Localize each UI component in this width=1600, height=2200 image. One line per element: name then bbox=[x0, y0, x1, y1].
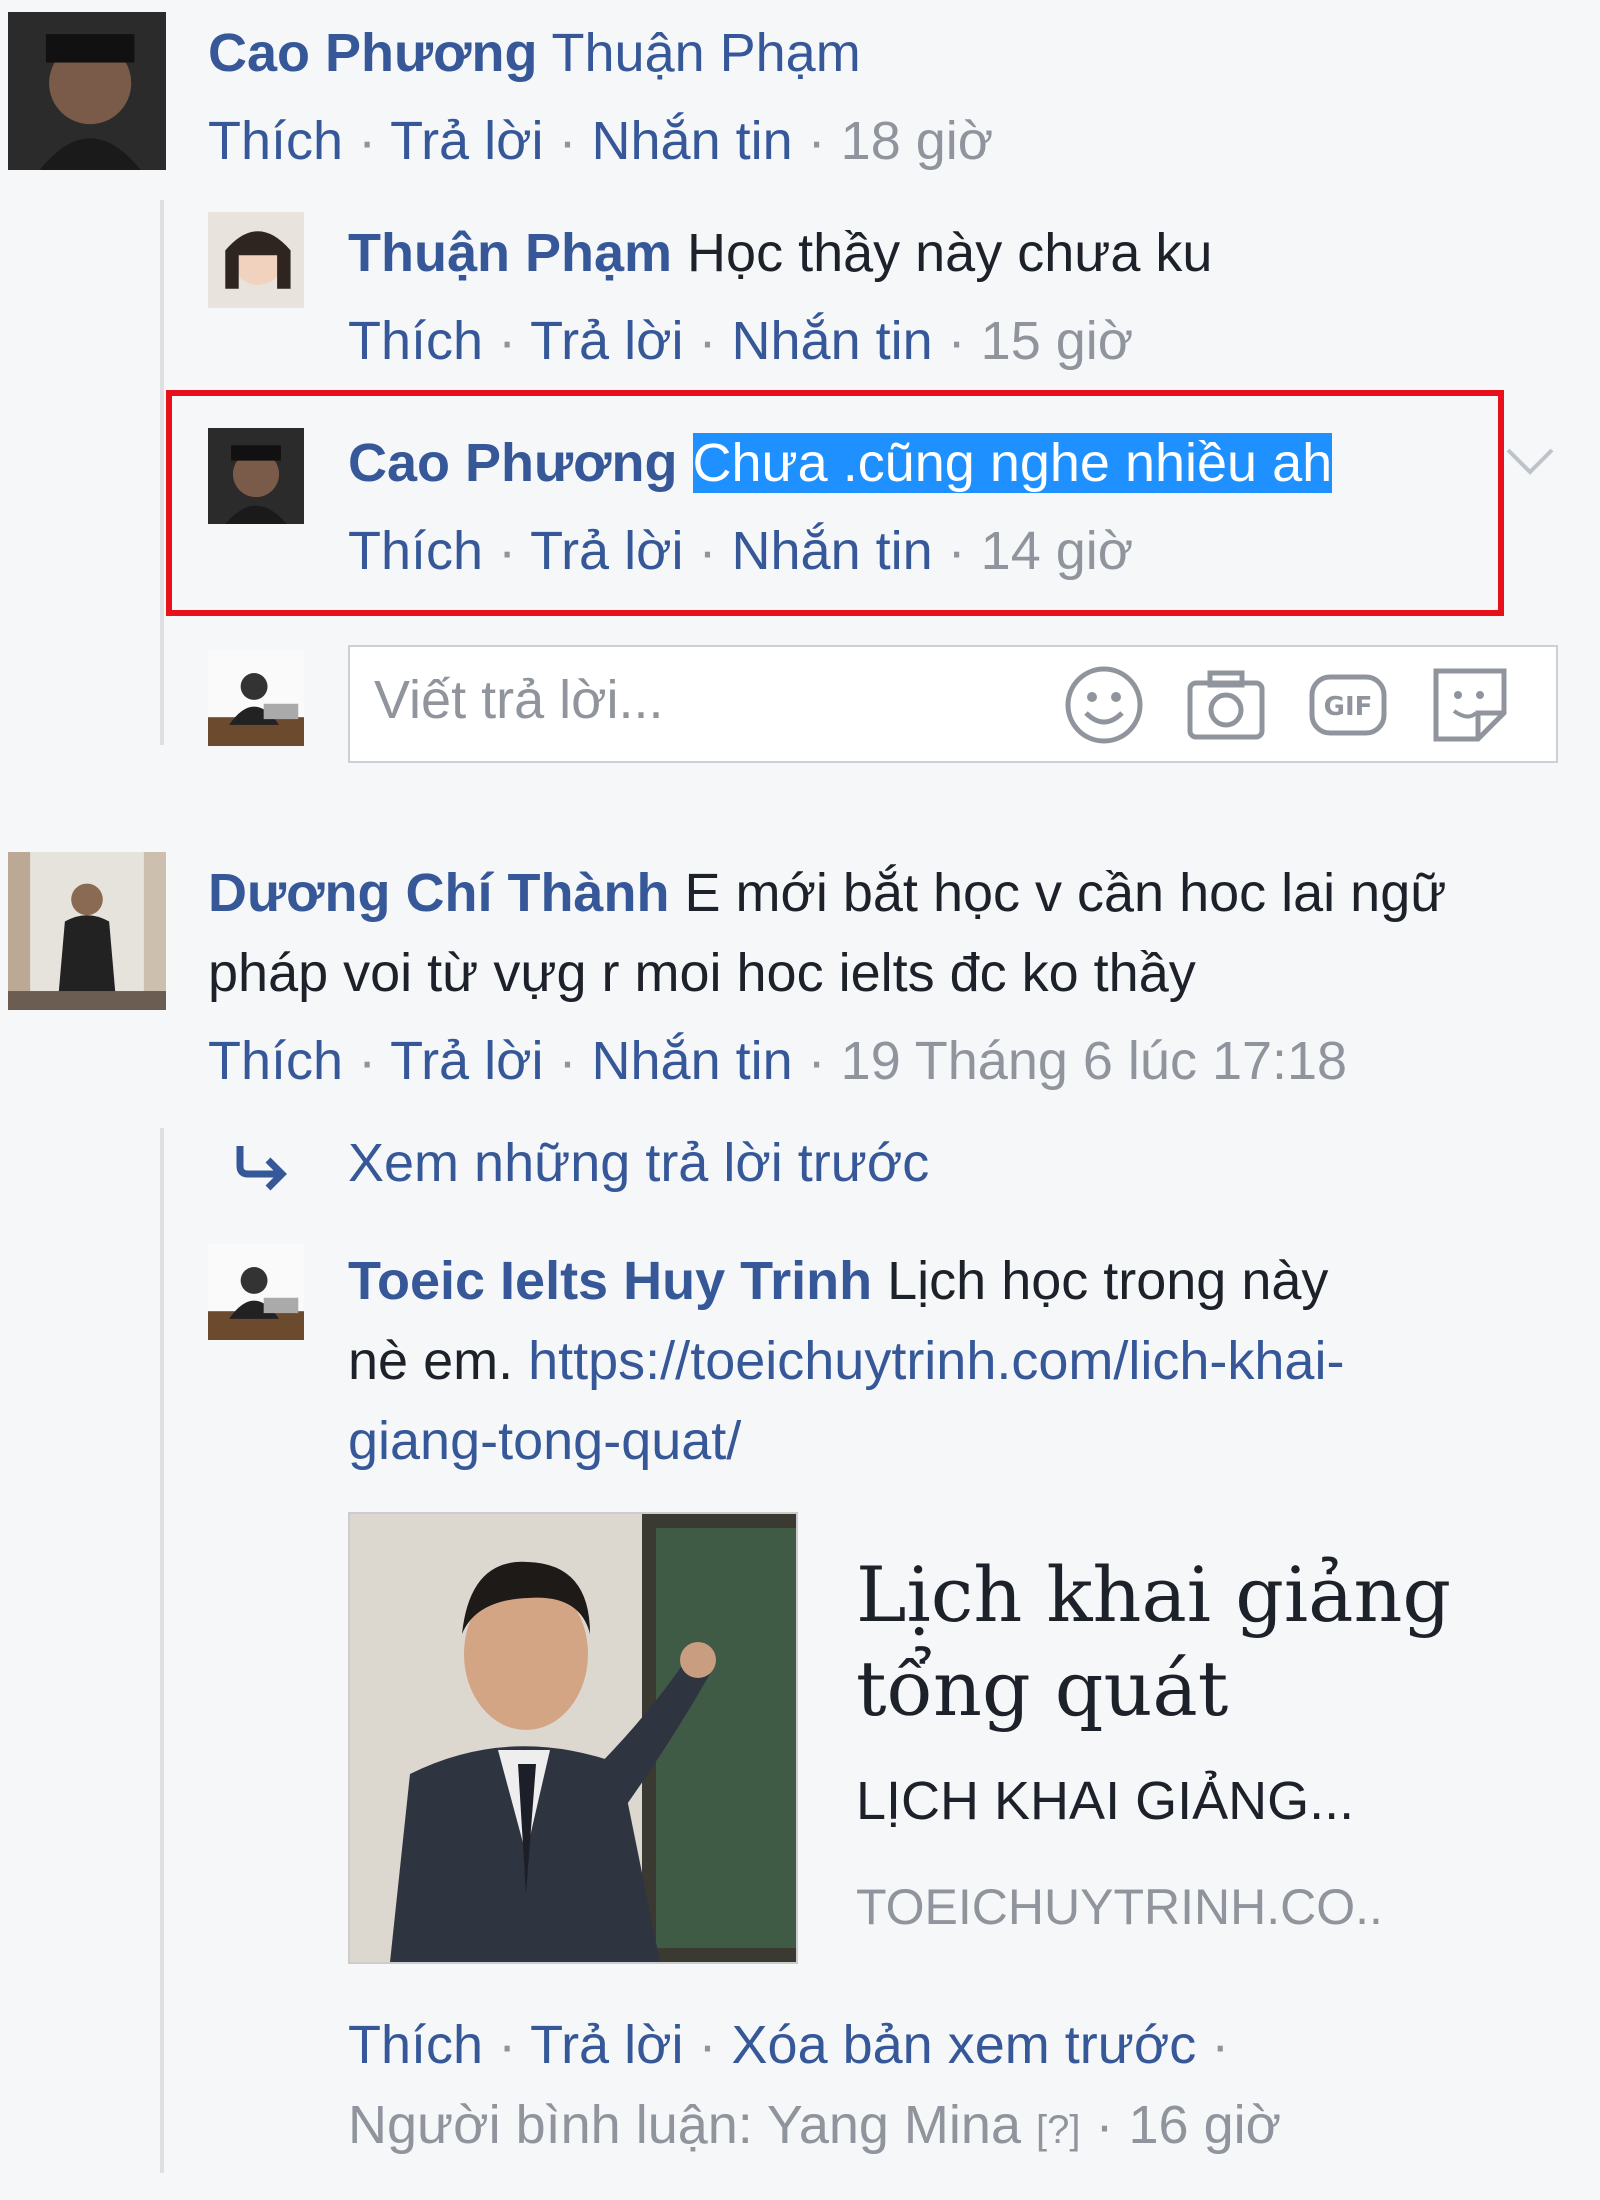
reply-text: nè em. bbox=[348, 1331, 514, 1391]
preview-title-line2: tổng quát bbox=[856, 1644, 1229, 1733]
reply-meta: Người bình luận: Yang Mina [?] · 16 giờ bbox=[348, 2095, 1282, 2155]
avatar bbox=[208, 650, 304, 746]
avatar[interactable] bbox=[208, 428, 304, 524]
gif-icon[interactable]: GIF bbox=[1306, 663, 1390, 747]
message-link[interactable]: Nhắn tin bbox=[732, 311, 933, 371]
avatar[interactable] bbox=[8, 852, 166, 1010]
reply-header: Toeic Ielts Huy Trinh Lịch học trong này bbox=[348, 1250, 1328, 1312]
mentioned-user[interactable]: Thuận Phạm bbox=[552, 23, 861, 83]
comment-actions: Thích · Trả lời · Nhắn tin · 18 giờ bbox=[208, 111, 994, 171]
reply-actions: Thích · Trả lời · Nhắn tin · 15 giờ bbox=[348, 311, 1134, 371]
svg-text:GIF: GIF bbox=[1324, 692, 1373, 722]
preview-description: LỊCH KHAI GIẢNG... bbox=[856, 1771, 1355, 1831]
reply-link[interactable]: Trả lời bbox=[530, 311, 683, 371]
comment-body: Dương Chí Thành E mới bắt học v cần hoc … bbox=[208, 862, 1446, 924]
reply-header: Thuận Phạm Học thầy này chưa ku bbox=[348, 222, 1212, 284]
url-link-continued[interactable]: giang-tong-quat/ bbox=[348, 1410, 741, 1472]
link-preview-image[interactable] bbox=[348, 1512, 798, 1964]
timestamp[interactable]: 19 Tháng 6 lúc 17:18 bbox=[841, 1031, 1347, 1091]
reply-text: Học thầy này chưa ku bbox=[687, 223, 1213, 283]
author-name[interactable]: Cao Phương bbox=[348, 433, 677, 493]
reply-link[interactable]: Trả lời bbox=[390, 1031, 543, 1091]
reply-actions: Thích · Trả lời · Nhắn tin · 14 giờ bbox=[348, 521, 1134, 581]
emoji-icon[interactable] bbox=[1062, 663, 1146, 747]
remove-preview-link[interactable]: Xóa bản xem trước bbox=[732, 2015, 1197, 2075]
preview-domain: TOEICHUYTRINH.CO.. bbox=[856, 1879, 1383, 1935]
help-link[interactable]: [?] bbox=[1036, 2108, 1080, 2152]
thread-line bbox=[160, 200, 164, 745]
reply-link[interactable]: Trả lời bbox=[390, 111, 543, 171]
message-link[interactable]: Nhắn tin bbox=[592, 111, 793, 171]
reply-input[interactable]: Viết trả lời... GIF bbox=[348, 645, 1558, 763]
like-link[interactable]: Thích bbox=[348, 311, 483, 371]
avatar[interactable] bbox=[8, 12, 166, 170]
author-name[interactable]: Cao Phương bbox=[208, 23, 537, 83]
like-link[interactable]: Thích bbox=[208, 111, 343, 171]
reply-placeholder: Viết trả lời... bbox=[374, 670, 664, 730]
message-link[interactable]: Nhắn tin bbox=[732, 521, 933, 581]
thread-line bbox=[160, 1128, 164, 2173]
like-link[interactable]: Thích bbox=[348, 2015, 483, 2075]
url-link[interactable]: https://toeichuytrinh.com/lich-khai- bbox=[528, 1331, 1344, 1391]
chevron-down-icon[interactable] bbox=[1500, 440, 1560, 480]
selected-reply-text: Chưa .cũng nghe nhiều ah bbox=[692, 433, 1333, 493]
camera-icon[interactable] bbox=[1184, 663, 1268, 747]
timestamp[interactable]: 16 giờ bbox=[1129, 2095, 1282, 2155]
timestamp[interactable]: 18 giờ bbox=[841, 111, 994, 171]
preview-title-line1: Lịch khai giảng bbox=[856, 1550, 1452, 1639]
reply-text-continued: nè em. https://toeichuytrinh.com/lich-kh… bbox=[348, 1330, 1344, 1392]
timestamp[interactable]: 14 giờ bbox=[981, 521, 1134, 581]
message-link[interactable]: Nhắn tin bbox=[592, 1031, 793, 1091]
timestamp[interactable]: 15 giờ bbox=[981, 311, 1134, 371]
author-name[interactable]: Toeic Ielts Huy Trinh bbox=[348, 1251, 872, 1311]
comment-actions: Thích · Trả lời · Nhắn tin · 19 Tháng 6 … bbox=[208, 1031, 1348, 1091]
author-name[interactable]: Thuận Phạm bbox=[348, 223, 672, 283]
comment-header: Cao Phương Thuận Phạm bbox=[208, 22, 861, 84]
reply-link[interactable]: Trả lời bbox=[530, 521, 683, 581]
reply-header: Cao Phương Chưa .cũng nghe nhiều ah bbox=[348, 432, 1333, 494]
highlight-box bbox=[166, 390, 1504, 616]
comment-text: E mới bắt học v cần hoc lai ngữ bbox=[684, 863, 1447, 923]
reply-link[interactable]: Trả lời bbox=[530, 2015, 683, 2075]
preview-title[interactable]: Lịch khai giảng tổng quát bbox=[856, 1548, 1451, 1736]
avatar[interactable] bbox=[208, 212, 304, 308]
reply-actions: Thích · Trả lời · Xóa bản xem trước · bbox=[348, 2015, 1230, 2075]
comment-text-continued: pháp voi từ vựg r moi hoc ielts đc ko th… bbox=[208, 943, 1196, 1003]
reply-arrow-icon[interactable] bbox=[232, 1140, 292, 1194]
sticker-icon[interactable] bbox=[1428, 663, 1512, 747]
reply-text: Lịch học trong này bbox=[887, 1251, 1329, 1311]
avatar[interactable] bbox=[208, 1244, 304, 1340]
author-name[interactable]: Dương Chí Thành bbox=[208, 863, 669, 923]
commenter-info: Người bình luận: Yang Mina bbox=[348, 2095, 1021, 2155]
like-link[interactable]: Thích bbox=[208, 1031, 343, 1091]
view-previous-replies-link[interactable]: Xem những trả lời trước bbox=[348, 1132, 929, 1194]
like-link[interactable]: Thích bbox=[348, 521, 483, 581]
